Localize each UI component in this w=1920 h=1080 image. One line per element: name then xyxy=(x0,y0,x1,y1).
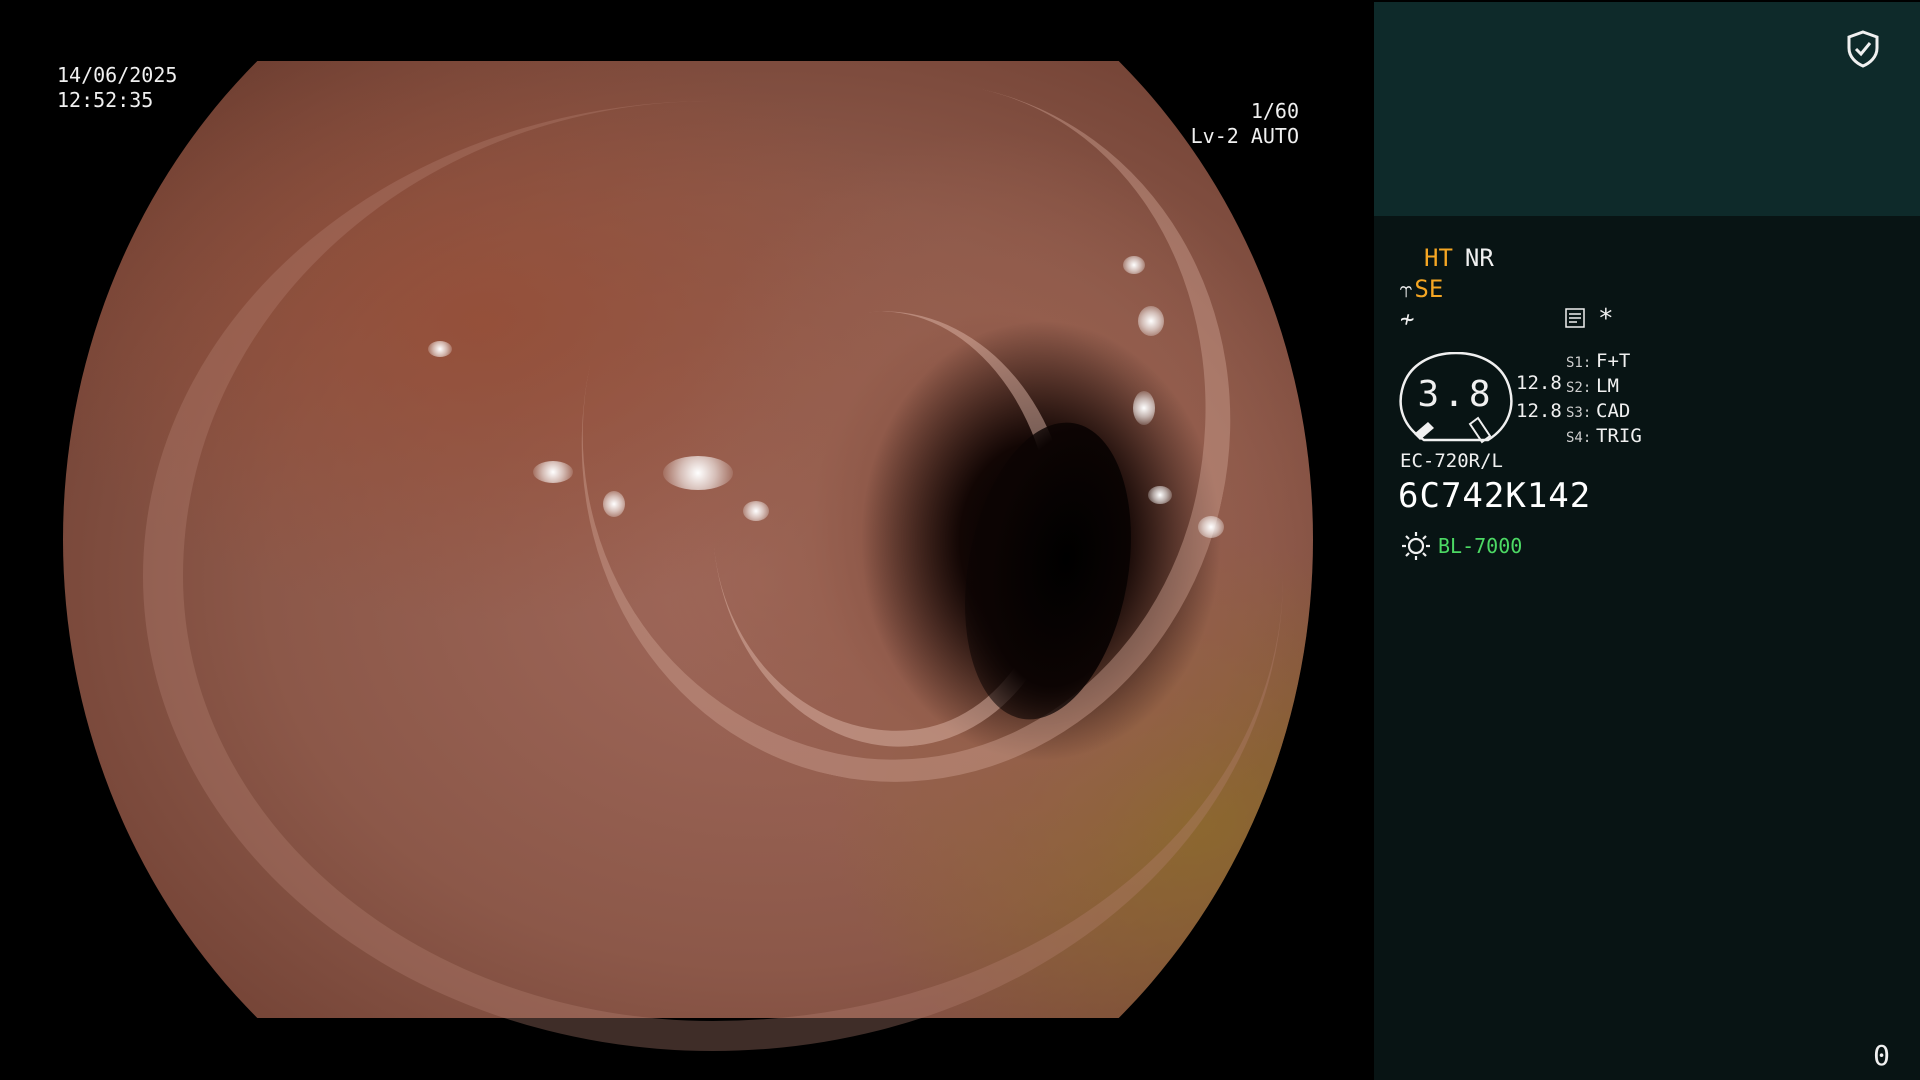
iris-row: Lv-2 AUTO xyxy=(1100,124,1320,149)
enhancement-icon: ≁ xyxy=(1400,305,1415,333)
info-panel-header xyxy=(1374,2,1920,216)
shutter-speed: 1/60 xyxy=(1250,99,1299,123)
lamp-icon xyxy=(1402,532,1430,560)
date-time: 14/06/2025 12:52:35 xyxy=(57,63,177,113)
light-reflection xyxy=(603,491,625,517)
iris-mode: Lv-2 AUTO xyxy=(1190,124,1299,148)
memo-icon xyxy=(1565,308,1585,328)
asterisk-indicator: * xyxy=(1598,304,1614,334)
slot-value: LM xyxy=(1596,375,1619,397)
slot-key: S1: xyxy=(1566,355,1592,371)
info-panel xyxy=(1374,216,1920,1080)
date-text: 14/06/2025 xyxy=(57,63,178,87)
light-reflection xyxy=(1138,306,1164,336)
ht-label: HT xyxy=(1424,244,1453,272)
shutter-row: 1/60 xyxy=(1100,99,1320,124)
slot-key: S3: xyxy=(1566,405,1592,421)
light-reflection xyxy=(663,456,733,490)
slot-key: S4: xyxy=(1566,430,1592,446)
zoom-lever-icon: ⥾ xyxy=(1400,278,1413,303)
gauge-side-value: 12.8 xyxy=(1516,400,1562,422)
iris-icon xyxy=(1302,128,1320,146)
se-row: ⥾SE xyxy=(1400,275,1443,305)
exposure-info: 1/60 Lv-2 AUTO xyxy=(1100,99,1320,149)
switch-slot: S4: TRIG xyxy=(1566,425,1642,450)
time-text: 12:52:35 xyxy=(57,88,154,112)
light-reflection xyxy=(1148,486,1172,504)
endoscopy-monitor-screen: 14/06/2025 12:52:35 1/60 Lv-2 AUTO HT NR ⥾… xyxy=(0,0,1920,1080)
aperture-icon xyxy=(1302,103,1320,121)
gauge-value: 3.8 xyxy=(1417,374,1495,415)
image-counter: 0 xyxy=(1873,1039,1890,1072)
video-area: 14/06/2025 12:52:35 1/60 Lv-2 AUTO xyxy=(0,0,1374,1080)
processing-modes: HT NR xyxy=(1424,244,1506,272)
switch-assignments: S1: F+T S2: LM S3: CAD S4: TRIG xyxy=(1566,350,1642,450)
switch-slot: S1: F+T xyxy=(1566,350,1642,375)
light-reflection xyxy=(533,461,573,483)
light-reflection xyxy=(1198,516,1224,538)
nr-label: NR xyxy=(1464,244,1494,272)
slot-value: F+T xyxy=(1596,350,1631,372)
slot-key: S2: xyxy=(1566,380,1592,396)
light-reflection xyxy=(1133,391,1155,425)
gauge-side-value: 12.8 xyxy=(1516,372,1562,394)
slot-value: CAD xyxy=(1596,400,1631,422)
se-label: SE xyxy=(1414,275,1444,303)
light-source-name: BL-7000 xyxy=(1438,534,1523,558)
switch-slot: S3: CAD xyxy=(1566,400,1642,425)
scope-model: EC-720R/L xyxy=(1400,450,1503,472)
light-reflection xyxy=(743,501,769,521)
shield-check-icon[interactable] xyxy=(1846,30,1880,68)
endoscope-image xyxy=(63,21,1313,1051)
light-reflection xyxy=(428,341,452,357)
switch-slot: S2: LM xyxy=(1566,375,1642,400)
scope-serial: 6C742K142 xyxy=(1398,476,1592,516)
slot-value: TRIG xyxy=(1596,425,1642,447)
light-source-row: BL-7000 xyxy=(1400,530,1522,562)
light-reflection xyxy=(1123,256,1145,274)
